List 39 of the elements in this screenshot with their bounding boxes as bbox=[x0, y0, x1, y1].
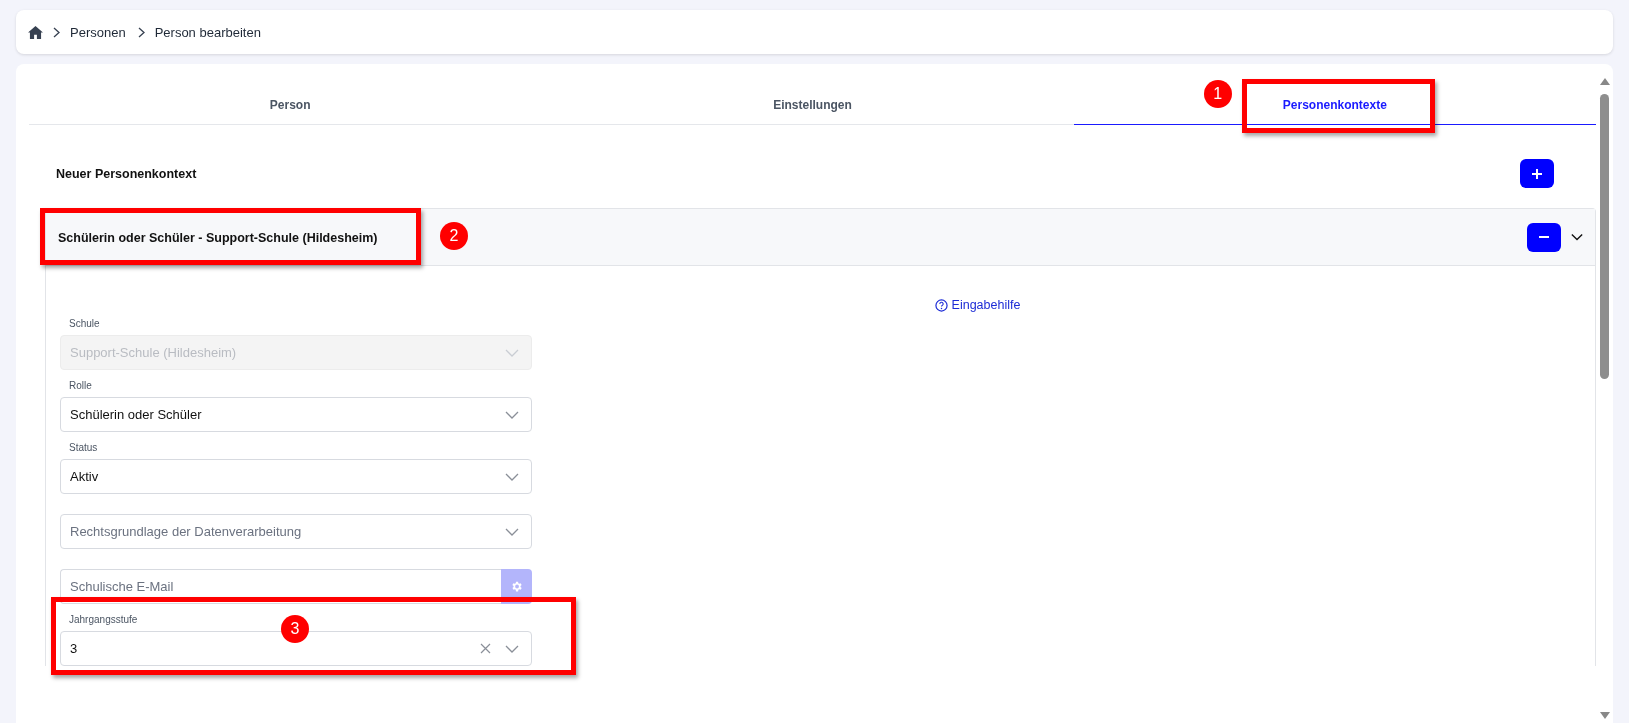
callout-number: 1 bbox=[1203, 80, 1232, 108]
callout-number: 2 bbox=[440, 222, 468, 250]
dropdown-field[interactable]: Rechtsgrundlage der Datenverarbeitung bbox=[60, 514, 532, 549]
field-label: Rolle bbox=[69, 380, 93, 391]
add-button[interactable] bbox=[1520, 159, 1554, 188]
panel-title: Schülerin oder Schüler - Support-Schule (Hildesheim) bbox=[58, 231, 378, 245]
gear-icon bbox=[510, 580, 523, 593]
chevron-right-icon bbox=[53, 26, 60, 38]
clear-button[interactable] bbox=[480, 643, 491, 654]
chevron-down-icon bbox=[505, 527, 519, 536]
chevron-right-icon bbox=[137, 26, 145, 38]
home-button[interactable] bbox=[28, 25, 43, 39]
field-placeholder: Rechtsgrundlage der Datenverarbeitung bbox=[70, 524, 302, 539]
field-value: Schülerin oder Schüler bbox=[70, 407, 202, 422]
remove-button[interactable] bbox=[1527, 222, 1561, 252]
dropdown-field[interactable]: Schülerin oder Schüler bbox=[60, 397, 532, 432]
question-circle-icon bbox=[934, 298, 948, 312]
field-value: Support-Schule (Hildesheim) bbox=[70, 345, 237, 360]
field-value: Aktiv bbox=[70, 469, 99, 484]
tab[interactable]: Einstellungen bbox=[551, 74, 1074, 125]
callout-number: 3 bbox=[281, 615, 309, 643]
breadcrumb-link[interactable]: Personen bbox=[70, 24, 126, 40]
chevron-down-icon bbox=[505, 410, 519, 419]
help-link[interactable]: Eingabehilfe bbox=[934, 298, 1021, 312]
field-label: Status bbox=[69, 442, 99, 453]
chevron-down-icon bbox=[505, 644, 519, 653]
tab[interactable]: Person bbox=[29, 74, 552, 125]
home-icon bbox=[28, 25, 43, 39]
field-label: Jahrgangsstufe bbox=[69, 614, 139, 625]
field-label: Schule bbox=[69, 318, 101, 329]
field-value: 3 bbox=[70, 641, 78, 656]
section-title: Neuer Personenkontext bbox=[56, 166, 197, 181]
plus-icon bbox=[1531, 167, 1543, 180]
breadcrumb-link[interactable]: Person bearbeiten bbox=[154, 24, 261, 40]
chevron-down-icon bbox=[505, 348, 519, 357]
chevron-down-icon bbox=[505, 472, 519, 481]
help-link-text: Eingabehilfe bbox=[951, 298, 1021, 312]
dropdown-field[interactable]: Aktiv bbox=[60, 459, 532, 494]
close-icon bbox=[480, 643, 491, 654]
